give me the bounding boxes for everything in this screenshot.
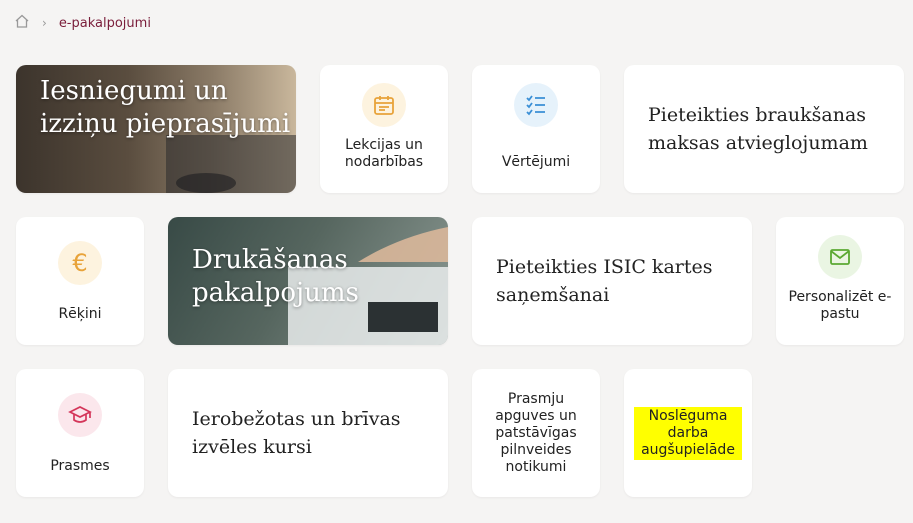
tile-isic[interactable]: Pieteikties ISIC kartes saņemšanai xyxy=(472,217,752,345)
tile-kursi[interactable]: Ierobežotas un brīvas izvēles kursi xyxy=(168,369,448,497)
tile-label: Pieteikties ISIC kartes saņemšanai xyxy=(496,256,713,306)
tile-label: Prasmes xyxy=(50,458,110,474)
checklist-icon xyxy=(514,83,558,127)
tile-prasmes[interactable]: Prasmes xyxy=(16,369,144,497)
tile-label: Prasmju apguves un patstāvīgas pilnveide… xyxy=(495,390,577,475)
breadcrumb-current[interactable]: e-pakalpojumi xyxy=(59,16,151,31)
tile-label: Ierobežotas un brīvas izvēles kursi xyxy=(192,408,401,458)
tile-iesniegumi[interactable]: Iesniegumi un izziņu pieprasījumi xyxy=(16,65,296,193)
home-icon[interactable] xyxy=(14,13,30,33)
breadcrumb: › e-pakalpojumi xyxy=(14,12,151,34)
tile-label: Vērtējumi xyxy=(501,154,571,170)
tile-rekini[interactable]: € Rēķini xyxy=(16,217,144,345)
tile-vertejumi[interactable]: Vērtējumi xyxy=(472,65,600,193)
chevron-right-icon: › xyxy=(42,16,47,30)
tile-pasakumi[interactable]: Prasmju apguves un patstāvīgas pilnveide… xyxy=(472,369,600,497)
tile-drukasana[interactable]: Drukāšanas pakalpojums xyxy=(168,217,448,345)
tile-lekcijas[interactable]: Lekcijas un nodarbības xyxy=(320,65,448,193)
calendar-icon xyxy=(362,83,406,127)
tile-label: Personalizēt e-pastu xyxy=(788,289,892,322)
tile-title: Drukāšanas pakalpojums xyxy=(192,245,359,308)
tile-epasts[interactable]: Personalizēt e-pastu xyxy=(776,217,904,345)
euro-icon: € xyxy=(58,241,102,285)
tile-label: Noslēguma darba augšupielāde xyxy=(634,406,742,460)
tile-brauksana[interactable]: Pieteikties braukšanas maksas atviegloju… xyxy=(624,65,904,193)
tile-label: Rēķini xyxy=(58,306,102,322)
graduation-cap-icon xyxy=(58,393,102,437)
mail-icon xyxy=(818,235,862,279)
tile-nosleguma[interactable]: Noslēguma darba augšupielāde xyxy=(624,369,752,497)
tile-label: Pieteikties braukšanas maksas atviegloju… xyxy=(648,104,868,154)
tile-title: Iesniegumi un izziņu pieprasījumi xyxy=(40,76,291,139)
tile-label: Lekcijas un nodarbības xyxy=(344,137,424,170)
